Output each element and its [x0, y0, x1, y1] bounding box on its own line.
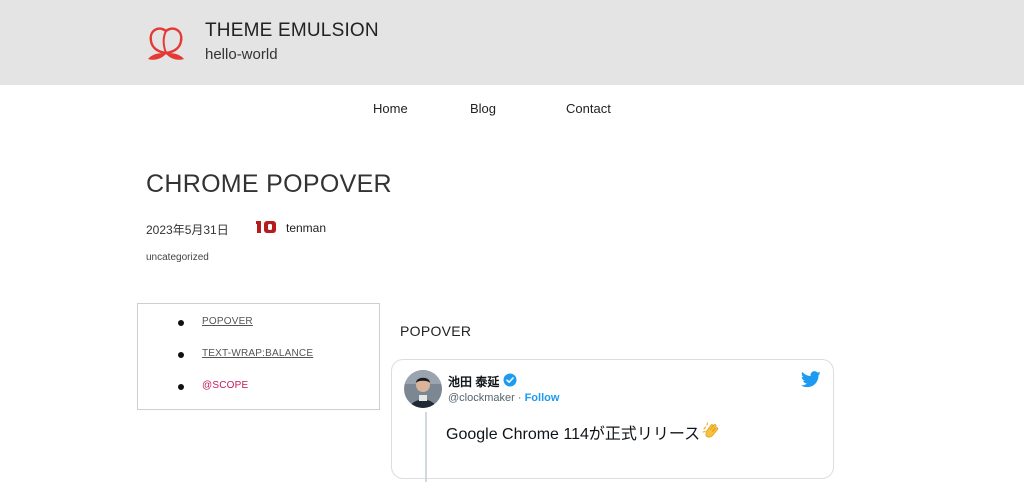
bullet-icon — [178, 352, 184, 358]
post-category[interactable]: uncategorized — [146, 252, 209, 263]
post-title: CHROME POPOVER — [146, 170, 392, 198]
follow-button[interactable]: Follow — [525, 392, 560, 404]
tweet-author-name[interactable]: 池田 泰延 — [448, 373, 499, 390]
tweet-text: Google Chrome 114が正式リリース — [446, 420, 722, 444]
toc-link-text-wrap-balance[interactable]: TEXT-WRAP:BALANCE — [202, 348, 313, 359]
bullet-icon — [178, 384, 184, 390]
section-heading: POPOVER — [400, 323, 472, 339]
twitter-bird-icon[interactable] — [801, 371, 821, 388]
bullet-icon — [178, 320, 184, 326]
post-author[interactable]: tenman — [286, 221, 326, 235]
tweet-text-content: Google Chrome 114が正式リリース — [446, 426, 701, 443]
table-of-contents: POPOVER TEXT-WRAP:BALANCE @SCOPE — [137, 303, 380, 410]
post-date[interactable]: 2023年5月31日 — [146, 221, 229, 238]
nav-contact[interactable]: Contact — [566, 101, 611, 116]
toc-item: POPOVER — [138, 316, 378, 332]
site-description: hello-world — [205, 46, 278, 63]
verified-badge-icon — [503, 373, 517, 387]
author-avatar-icon — [256, 221, 276, 233]
toc-item: @SCOPE — [138, 380, 378, 396]
peach-logo-icon[interactable] — [146, 23, 186, 63]
nav-blog[interactable]: Blog — [470, 101, 496, 116]
embedded-tweet[interactable]: 池田 泰延 @clockmaker · Follow Google Chrome… — [391, 359, 834, 482]
toc-link-scope[interactable]: @SCOPE — [202, 380, 248, 391]
clapping-hands-icon — [702, 422, 719, 438]
site-title[interactable]: THEME EMULSION — [205, 20, 379, 42]
tweet-author-avatar[interactable] — [404, 370, 442, 408]
toc-item: TEXT-WRAP:BALANCE — [138, 348, 378, 364]
site-header: THEME EMULSION hello-world — [0, 0, 1024, 85]
tweet-separator: · — [514, 392, 525, 404]
tweet-author-handle[interactable]: @clockmaker — [448, 392, 515, 404]
tweet-thread-line — [425, 412, 427, 482]
toc-link-popover[interactable]: POPOVER — [202, 316, 253, 327]
tweet-handle-line: @clockmaker · Follow — [448, 392, 559, 404]
nav-home[interactable]: Home — [373, 101, 408, 116]
